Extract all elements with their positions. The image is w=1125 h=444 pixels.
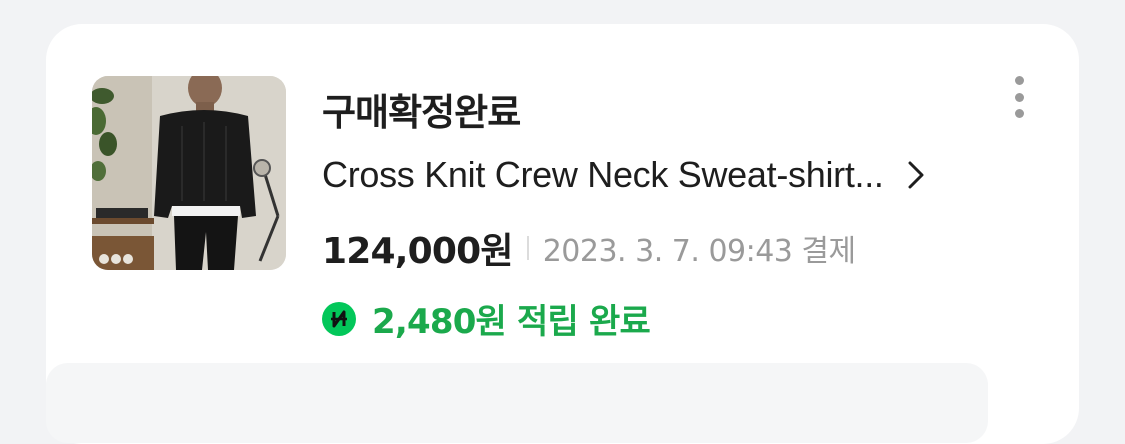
points-row: 2,480원 적립 완료 [322,294,651,343]
divider [526,236,529,260]
more-dot [1014,109,1024,118]
points-earned: 2,480원 적립 완료 [372,302,651,342]
more-dot [1014,76,1024,85]
more-dot [1014,92,1024,102]
product-name[interactable]: Cross Knit Crew Neck Sweat-shirt... [322,154,884,196]
chevron-right-icon[interactable] [908,160,924,190]
order-status-title: 구매확정완료 [322,91,521,134]
payment-date: 2023. 3. 7. 09:43 결제 [542,234,856,269]
product-link[interactable]: Cross Knit Crew Neck Sweat-shirt... [322,154,924,196]
naver-pay-icon [322,301,356,336]
product-thumbnail[interactable] [92,76,286,270]
order-price: 124,000원 [322,231,514,272]
price-row: 124,000원 2023. 3. 7. 09:43 결제 [322,222,856,274]
more-vertical-icon[interactable] [1004,74,1034,120]
order-actions-area [46,363,988,443]
